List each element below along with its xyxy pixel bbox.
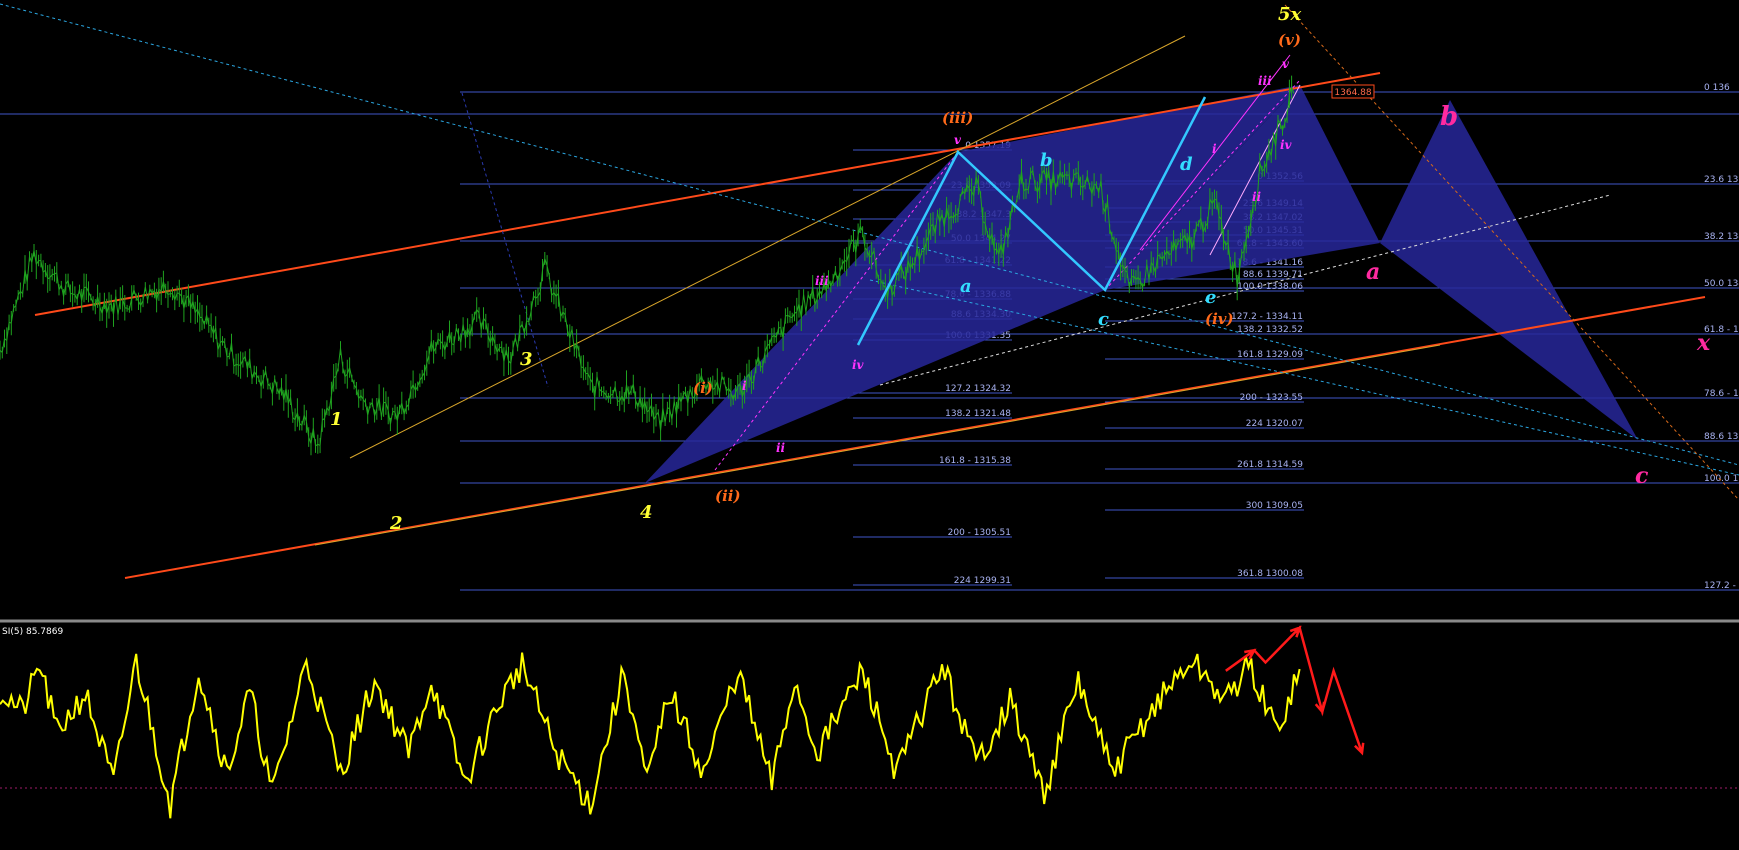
- wave-label-4: 4: [640, 502, 653, 523]
- wave-label-minute-iv: iv: [852, 358, 865, 372]
- wave-label-e: e: [1205, 287, 1216, 308]
- fib-set2-label: 261.8 1314.59: [1237, 460, 1303, 470]
- wave-label-minor-v: (v): [1278, 31, 1301, 49]
- fib-right-label: 23.6 135: [1704, 175, 1739, 185]
- fib-set2-label: 127.2 - 1334.11: [1231, 312, 1303, 322]
- fib-set2-label: 224 1320.07: [1246, 419, 1303, 429]
- wave-label-5x: 5x: [1278, 4, 1302, 25]
- indicator-label: SI(5) 85.7869: [2, 627, 63, 637]
- wave-label-big-c: c: [1635, 463, 1649, 489]
- fib-set1-label: 161.8 - 1315.38: [939, 456, 1011, 466]
- fib-set2-label: 138.2 1332.52: [1237, 325, 1303, 335]
- wave-label-minute2-ii: ii: [1252, 190, 1262, 204]
- wave-label-d: d: [1180, 154, 1193, 175]
- price-tag: 1364.88: [1331, 84, 1375, 99]
- wave-label-minute2-i: i: [1212, 142, 1217, 156]
- wave-label-a: a: [960, 276, 972, 297]
- fib-set1-label: 200 - 1305.51: [948, 528, 1011, 538]
- wave-label-big-a: a: [1366, 259, 1380, 285]
- fib-right-label: 50.0 134: [1704, 279, 1739, 289]
- wave-label-big-b: b: [1440, 102, 1458, 132]
- fib-right-label: 0 136: [1704, 83, 1730, 93]
- fib-right-label: 127.2 - 129: [1704, 581, 1739, 591]
- fib-right-label: 38.2 134: [1704, 232, 1739, 242]
- wave-label-b: b: [1040, 150, 1053, 171]
- wave-label-minute-i: i: [742, 379, 747, 393]
- price-tag-text: 1364.88: [1334, 88, 1371, 98]
- wave-label-minute-iii: iii: [815, 274, 829, 288]
- wave-label-minor-ii: (ii): [715, 487, 741, 505]
- fib-set2-label: 361.8 1300.08: [1237, 569, 1303, 579]
- wave-label-minute-v: v: [954, 133, 962, 147]
- wave-label-3: 3: [520, 349, 533, 370]
- wave-label-minor-i: (i): [693, 379, 713, 397]
- fib-set2-label: 88.6 1339.71: [1243, 270, 1303, 280]
- wave-label-minute2-iii: iii: [1258, 74, 1272, 88]
- fib-set1-label: 138.2 1321.48: [945, 409, 1011, 419]
- fib-right-label: 78.6 - 132: [1704, 389, 1739, 399]
- fib-set2-label: 161.8 1329.09: [1237, 350, 1303, 360]
- chart-background: [0, 0, 1739, 850]
- fib-set2-label: 300 1309.05: [1246, 501, 1303, 511]
- fib-right-label: 100.0 132: [1704, 474, 1739, 484]
- wave-label-minute-ii: ii: [776, 441, 786, 455]
- wave-label-minute2-v: v: [1282, 57, 1290, 71]
- wave-label-1: 1: [330, 409, 343, 430]
- wave-label-big-x: x: [1696, 330, 1711, 356]
- wave-label-2: 2: [389, 513, 403, 534]
- wave-label-c: c: [1098, 309, 1109, 330]
- chart-canvas: 0 13623.6 13538.2 13450.0 13461.8 - 1337…: [0, 0, 1739, 850]
- fib-set2-label: 200 - 1323.55: [1240, 393, 1303, 403]
- fib-set1-label: 127.2 1324.32: [945, 384, 1011, 394]
- wave-label-minute2-iv: iv: [1280, 138, 1293, 152]
- wave-label-minor-iv: (iv): [1205, 310, 1234, 328]
- wave-label-minor-iii: (iii): [942, 109, 973, 127]
- fib-right-label: 88.6 13: [1704, 432, 1738, 442]
- fib-set1-label: 224 1299.31: [954, 576, 1011, 586]
